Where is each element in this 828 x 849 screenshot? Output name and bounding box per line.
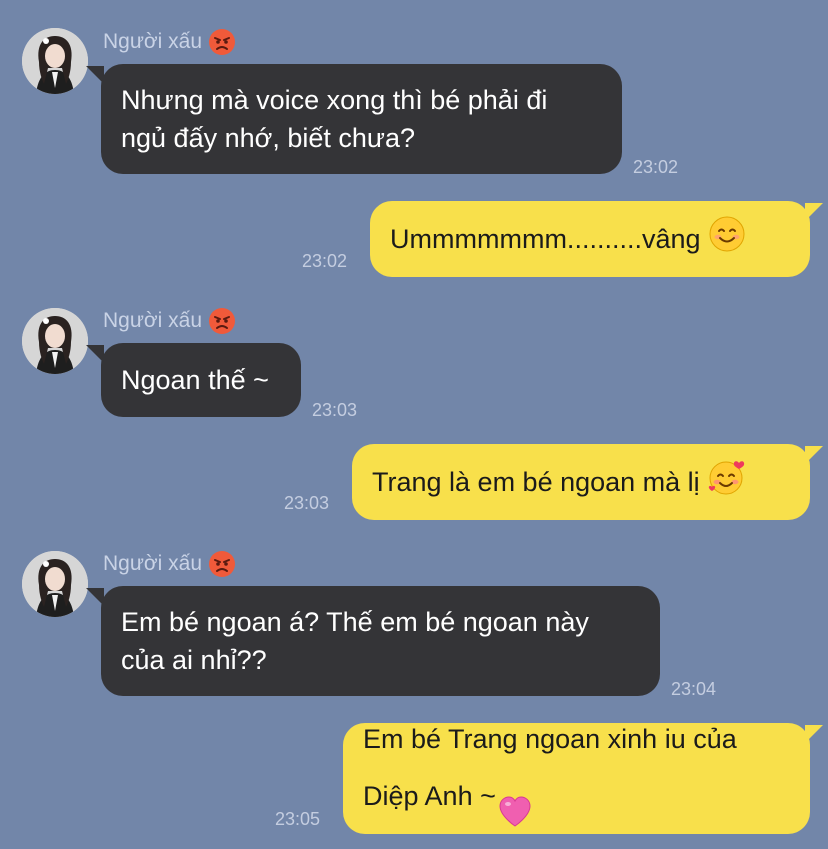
sender-name-label: Người xấu bbox=[103, 552, 203, 575]
angry-face-icon bbox=[208, 28, 236, 56]
message-time: 23:05 bbox=[275, 809, 321, 829]
message-bubble-outgoing[interactable]: Ummmmmmm..........vâng bbox=[370, 201, 810, 277]
smiling-face-with-hearts-icon bbox=[708, 459, 746, 505]
message-text: Ngoan thế ~ bbox=[121, 365, 269, 395]
bubble-tail bbox=[805, 725, 823, 743]
message-time: 23:03 bbox=[284, 493, 330, 513]
message-time: 23:04 bbox=[671, 679, 717, 699]
sender-name: Người xấu bbox=[103, 28, 236, 56]
sender-name-label: Người xấu bbox=[103, 30, 203, 53]
message-time: 23:02 bbox=[633, 157, 679, 177]
bubble-tail bbox=[805, 446, 823, 464]
angry-face-icon bbox=[208, 550, 236, 578]
angry-face-icon bbox=[208, 307, 236, 335]
contact-avatar[interactable] bbox=[22, 308, 88, 374]
sender-name: Người xấu bbox=[103, 307, 236, 335]
message-text: Nhưng mà voice xong thì bé phải đi ngủ đ… bbox=[121, 85, 548, 153]
message-bubble-outgoing[interactable]: Trang là em bé ngoan mà lị bbox=[352, 444, 810, 520]
bubble-tail bbox=[805, 203, 823, 221]
message-text: Em bé Trang ngoan xinh iu của Diệp Anh ~ bbox=[363, 720, 737, 838]
message-time: 23:02 bbox=[302, 251, 348, 271]
message-bubble-incoming[interactable]: Nhưng mà voice xong thì bé phải đi ngủ đ… bbox=[101, 64, 622, 174]
message-text-content: Em bé Trang ngoan xinh iu của Diệp Anh ~ bbox=[363, 723, 737, 811]
sender-name-label: Người xấu bbox=[103, 309, 203, 332]
smiling-face-icon bbox=[709, 216, 745, 262]
pink-heart-icon bbox=[498, 758, 532, 838]
message-time: 23:03 bbox=[312, 400, 358, 420]
message-bubble-incoming[interactable]: Ngoan thế ~ bbox=[101, 343, 301, 417]
message-bubble-outgoing[interactable]: Em bé Trang ngoan xinh iu của Diệp Anh ~ bbox=[343, 723, 810, 834]
message-bubble-incoming[interactable]: Em bé ngoan á? Thế em bé ngoan này của a… bbox=[101, 586, 660, 696]
message-text: Trang là em bé ngoan mà lị bbox=[372, 467, 700, 497]
contact-avatar[interactable] bbox=[22, 551, 88, 617]
sender-name: Người xấu bbox=[103, 550, 236, 578]
contact-avatar[interactable] bbox=[22, 28, 88, 94]
message-text: Ummmmmmm..........vâng bbox=[390, 224, 701, 254]
message-text: Em bé ngoan á? Thế em bé ngoan này của a… bbox=[121, 607, 589, 675]
